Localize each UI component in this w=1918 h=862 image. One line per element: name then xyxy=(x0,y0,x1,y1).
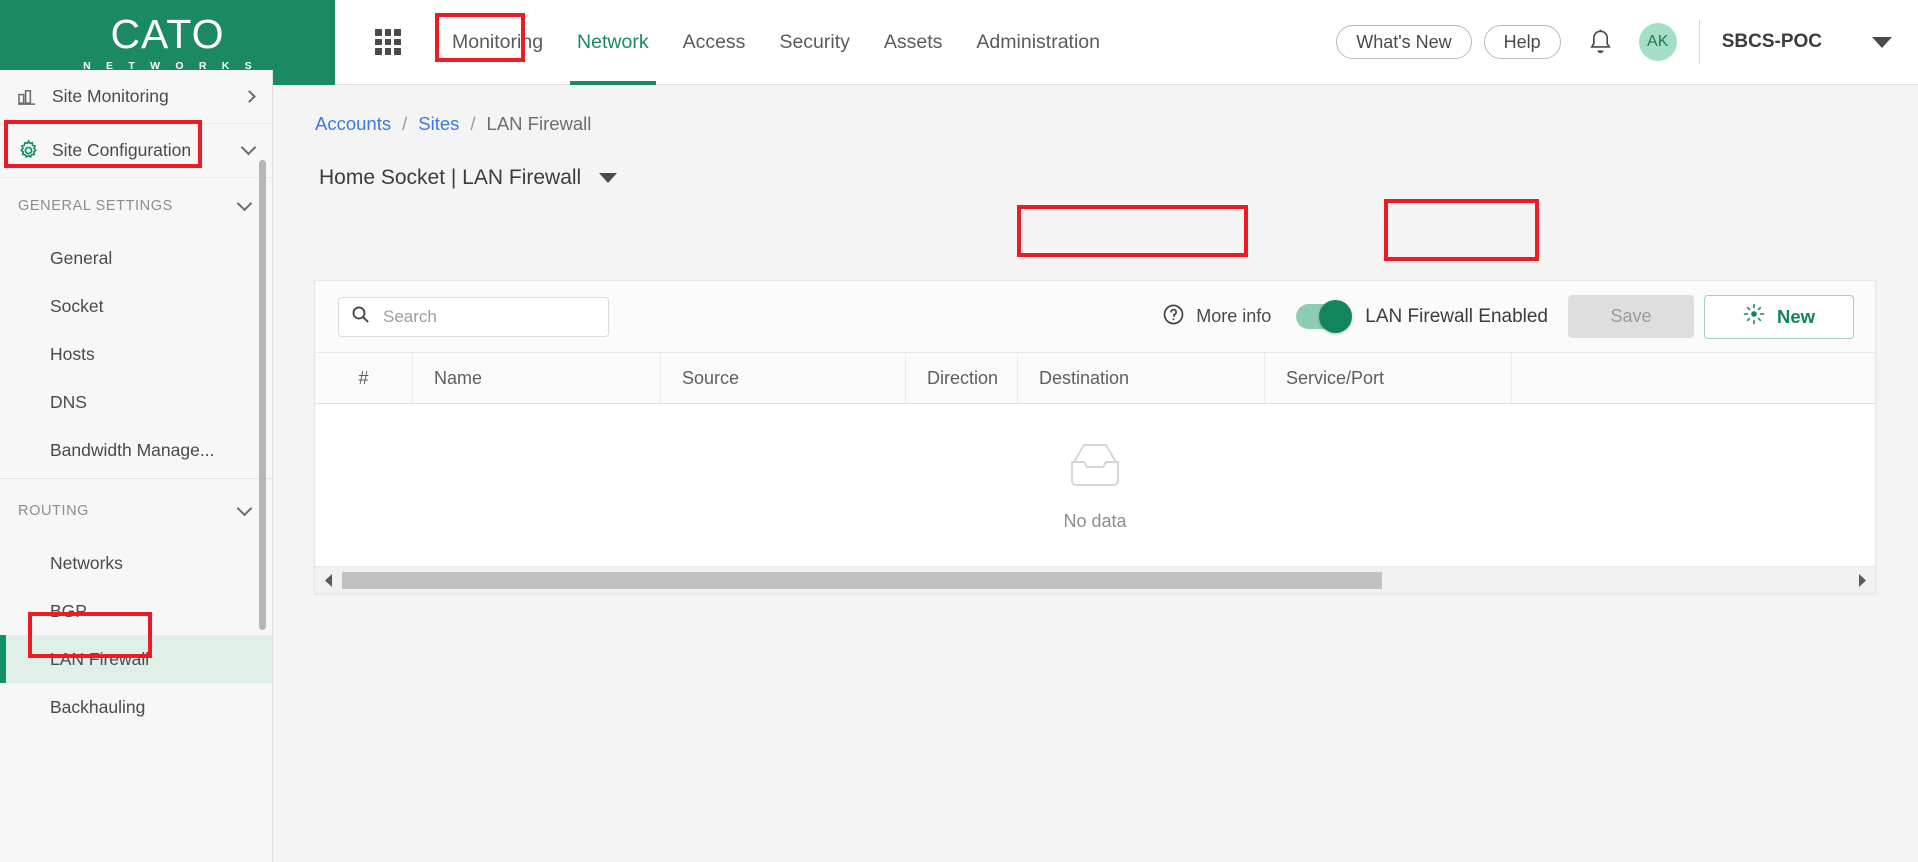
top-navigation-bar: CATO N E T W O R K S Monitoring Network … xyxy=(0,0,1918,85)
sidebar-group-routing[interactable]: ROUTING xyxy=(0,483,272,539)
nav-tab-monitoring[interactable]: Monitoring xyxy=(435,0,560,85)
sidebar-item-socket[interactable]: Socket xyxy=(0,282,272,330)
breadcrumb-link-accounts[interactable]: Accounts xyxy=(315,113,391,135)
sidebar-scrollbar[interactable] xyxy=(259,160,266,630)
column-header-name[interactable]: Name xyxy=(413,353,661,403)
toggle-knob xyxy=(1319,300,1353,333)
lan-firewall-card: More info LAN Firewall Enabled Save xyxy=(314,280,1876,594)
lan-firewall-toggle-group: LAN Firewall Enabled xyxy=(1286,290,1556,344)
sidebar-item-backhauling[interactable]: Backhauling xyxy=(0,683,272,731)
sidebar-item-general[interactable]: General xyxy=(0,234,272,282)
column-header-number[interactable]: # xyxy=(315,353,413,403)
sidebar-item-label: Site Monitoring xyxy=(52,86,169,106)
question-circle-icon xyxy=(1162,303,1185,331)
save-button[interactable]: Save xyxy=(1568,295,1694,338)
bell-icon[interactable] xyxy=(1579,20,1623,64)
scrollbar-thumb[interactable] xyxy=(342,571,1382,589)
nav-tab-security[interactable]: Security xyxy=(762,0,866,85)
column-header-direction[interactable]: Direction xyxy=(906,353,1018,403)
sidebar-item-site-configuration[interactable]: Site Configuration xyxy=(0,124,272,178)
more-info-label: More info xyxy=(1196,306,1272,326)
sidebar-group-label: ROUTING xyxy=(18,503,90,519)
sidebar-group-label: GENERAL SETTINGS xyxy=(18,198,173,214)
chevron-down-icon xyxy=(236,195,253,211)
breadcrumb: Accounts / Sites / LAN Firewall xyxy=(274,85,1918,135)
chevron-down-icon[interactable] xyxy=(1872,36,1892,48)
sidebar-item-lan-firewall[interactable]: LAN Firewall xyxy=(0,635,272,683)
column-header-destination[interactable]: Destination xyxy=(1018,353,1265,403)
sidebar: Site Monitoring Site Configuration GENER… xyxy=(0,70,273,862)
top-nav-items: Monitoring Network Access Security Asset… xyxy=(335,0,1918,85)
table-toolbar: More info LAN Firewall Enabled Save xyxy=(315,281,1875,352)
sidebar-item-networks[interactable]: Networks xyxy=(0,539,272,587)
page-title: Home Socket | LAN Firewall xyxy=(319,166,582,189)
sidebar-item-dns[interactable]: DNS xyxy=(0,378,272,426)
caret-down-icon[interactable] xyxy=(599,173,618,183)
new-button-label: New xyxy=(1776,305,1816,327)
column-header-filler xyxy=(1512,353,1875,403)
sidebar-item-bandwidth-management[interactable]: Bandwidth Manage... xyxy=(0,426,272,474)
empty-inbox-icon xyxy=(1062,438,1128,499)
empty-state-label: No data xyxy=(1063,511,1127,531)
breadcrumb-separator: / xyxy=(402,113,408,134)
column-header-source[interactable]: Source xyxy=(661,353,906,403)
bar-chart-icon xyxy=(17,87,47,106)
table-header-row: # Name Source Direction Destination Serv… xyxy=(315,352,1875,404)
gear-icon xyxy=(17,139,47,162)
new-button[interactable]: New xyxy=(1704,294,1854,339)
search-input[interactable] xyxy=(381,305,606,328)
chevron-down-icon xyxy=(240,139,257,156)
main-content: Accounts / Sites / LAN Firewall Home Soc… xyxy=(274,85,1918,862)
header-divider xyxy=(1698,20,1700,64)
column-header-service-port[interactable]: Service/Port xyxy=(1265,353,1512,403)
nav-tab-administration[interactable]: Administration xyxy=(959,0,1117,85)
search-box[interactable] xyxy=(338,296,609,337)
more-info-button[interactable]: More info xyxy=(1162,303,1271,331)
chevron-left-icon[interactable] xyxy=(320,573,336,587)
sidebar-item-label: Site Configuration xyxy=(52,140,192,160)
sidebar-group-general-settings[interactable]: GENERAL SETTINGS xyxy=(0,178,272,234)
account-name: SBCS-POC xyxy=(1721,31,1822,52)
sidebar-item-hosts[interactable]: Hosts xyxy=(0,330,272,378)
help-button[interactable]: Help xyxy=(1483,25,1561,59)
table-empty-state: No data xyxy=(315,404,1875,566)
search-icon xyxy=(351,305,370,329)
chevron-right-icon xyxy=(243,90,256,103)
breadcrumb-separator: / xyxy=(470,113,476,134)
lan-firewall-toggle[interactable] xyxy=(1296,300,1353,333)
logo-wordmark: CATO xyxy=(110,10,225,57)
nav-tab-network[interactable]: Network xyxy=(560,0,666,85)
breadcrumb-current: LAN Firewall xyxy=(486,113,592,134)
nav-tab-assets[interactable]: Assets xyxy=(867,0,960,85)
page-title-row: Home Socket | LAN Firewall xyxy=(274,135,1918,190)
sidebar-item-site-monitoring[interactable]: Site Monitoring xyxy=(0,70,272,124)
chevron-right-icon[interactable] xyxy=(1854,573,1870,587)
lan-firewall-toggle-label: LAN Firewall Enabled xyxy=(1365,305,1548,327)
table-horizontal-scrollbar[interactable] xyxy=(315,566,1875,593)
scrollbar-track[interactable] xyxy=(336,571,1854,589)
grid-apps-icon[interactable] xyxy=(375,29,401,55)
sidebar-item-bgp[interactable]: BGP xyxy=(0,587,272,635)
sidebar-divider xyxy=(0,478,272,479)
nav-tab-access[interactable]: Access xyxy=(666,0,763,85)
chevron-down-icon xyxy=(236,500,253,516)
app-root: CATO N E T W O R K S Monitoring Network … xyxy=(0,0,1918,862)
breadcrumb-link-sites[interactable]: Sites xyxy=(418,113,459,135)
whats-new-button[interactable]: What's New xyxy=(1336,25,1472,59)
avatar[interactable]: AK xyxy=(1638,23,1677,61)
top-bar-right-controls: What's New Help AK SBCS-POC xyxy=(1324,20,1918,64)
sparkle-new-icon xyxy=(1743,303,1765,330)
